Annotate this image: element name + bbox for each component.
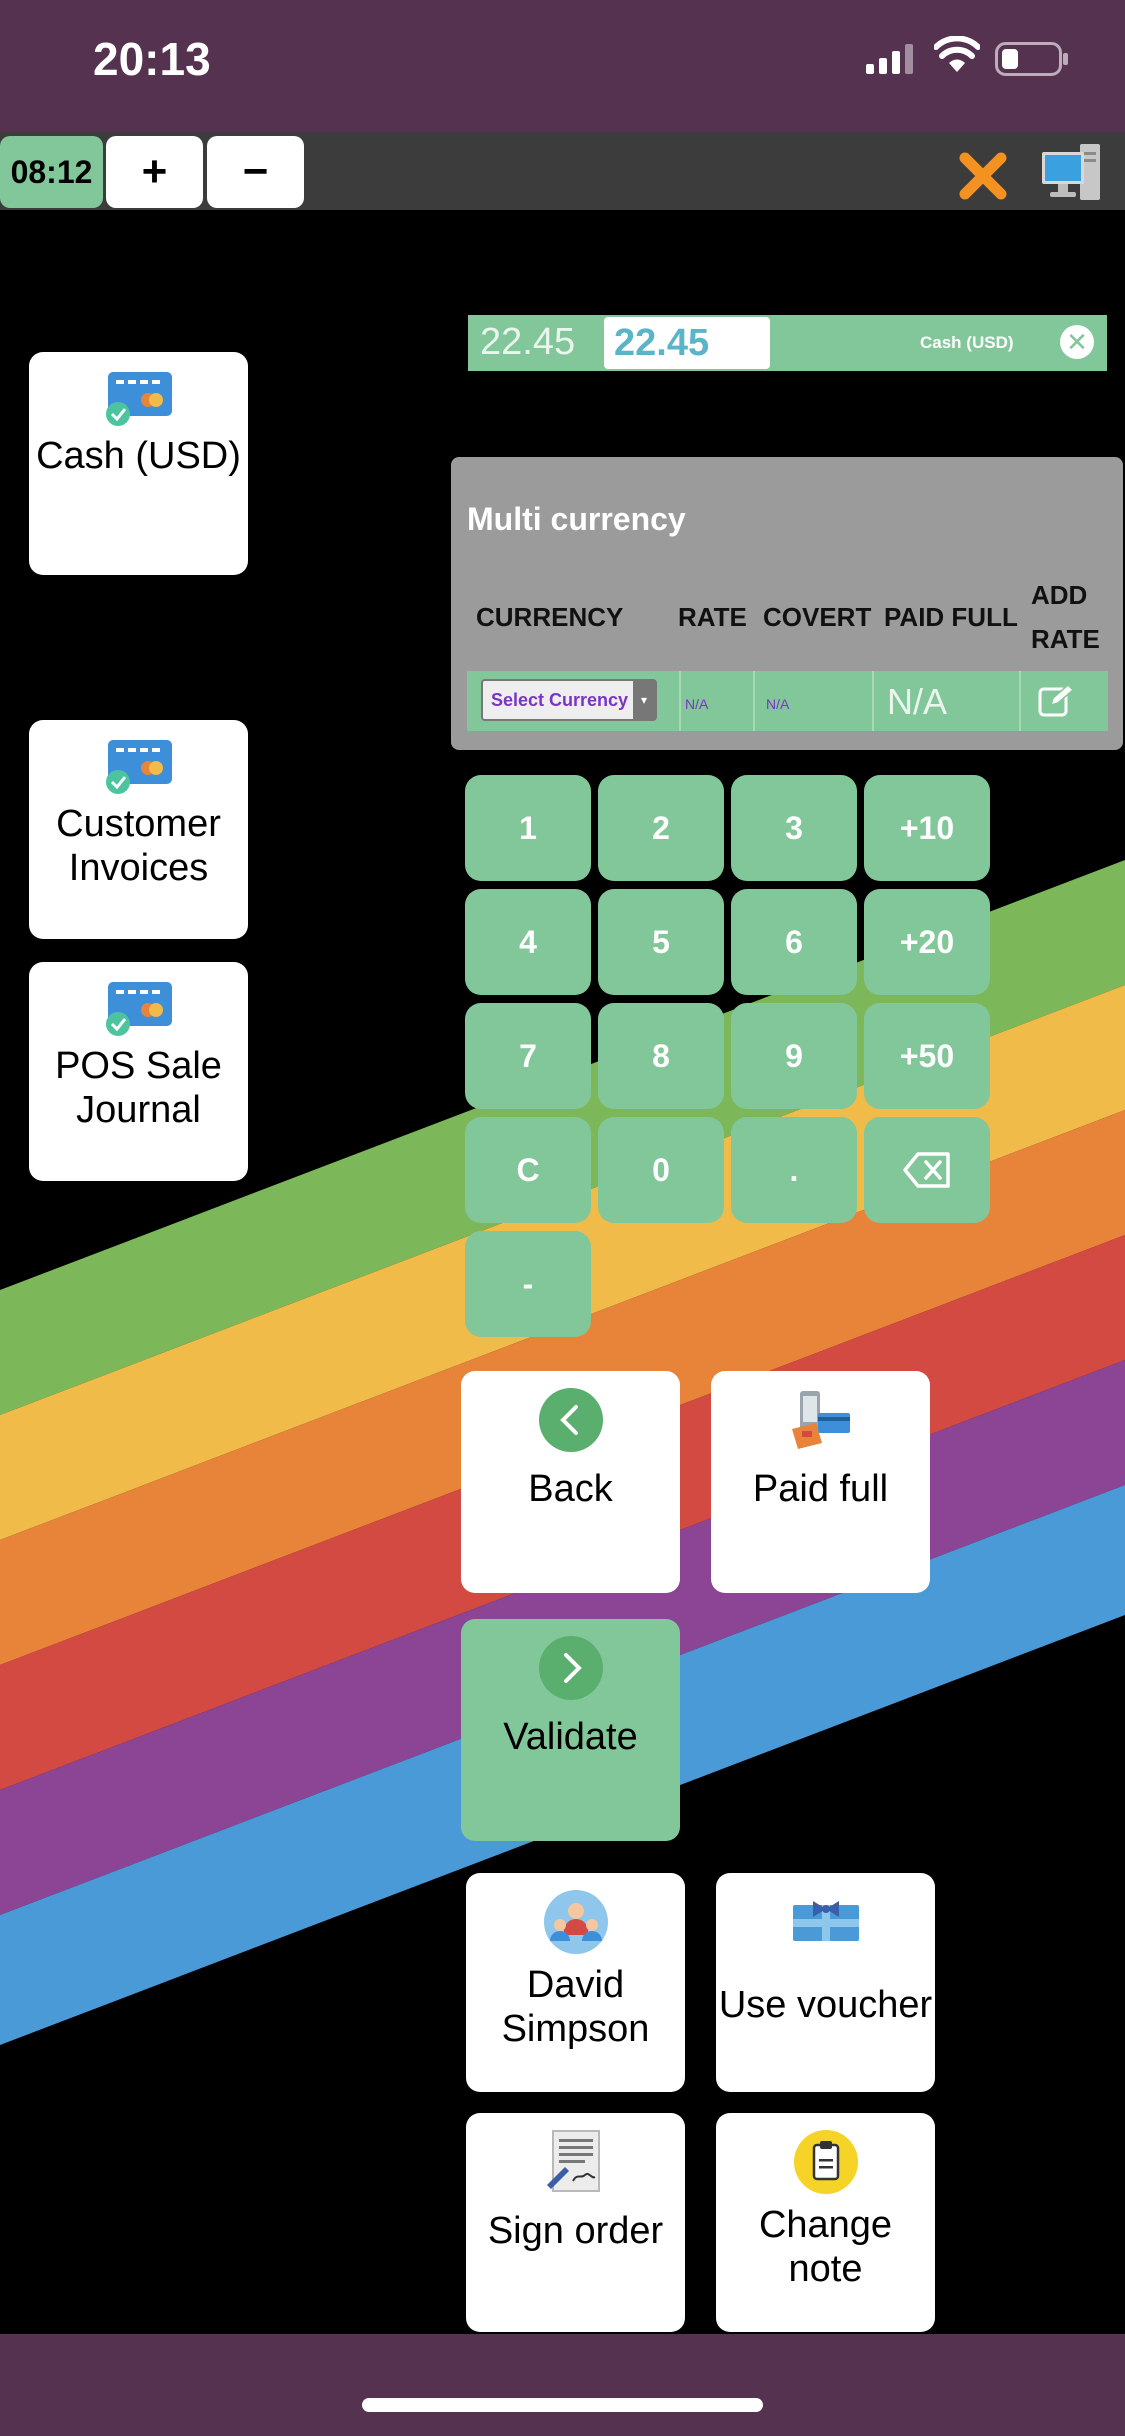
validate-label: Validate [503, 1716, 638, 1758]
use-voucher-button[interactable]: Use voucher [716, 1873, 935, 2092]
header-paid-full: PAID FULL [884, 602, 1018, 632]
payment-method-pos-sale-journal[interactable]: POS Sale Journal [29, 962, 248, 1181]
chevron-right-icon [538, 1636, 603, 1700]
home-bar [0, 2334, 1125, 2436]
currency-row: Select Currency ▾ N/A N/A N/A [467, 671, 1108, 731]
home-indicator[interactable] [362, 2398, 763, 2412]
back-button[interactable]: Back [461, 1371, 680, 1593]
cellular-signal-icon [866, 44, 913, 74]
wifi-icon [934, 36, 980, 72]
key-9[interactable]: 9 [731, 1003, 857, 1109]
key-plus-20[interactable]: +20 [864, 889, 990, 995]
amount-due: 22.45 [480, 321, 576, 363]
customer-icon [543, 1890, 608, 1954]
rate-value: N/A [685, 696, 709, 712]
chevron-down-icon: ▾ [633, 681, 655, 719]
key-5[interactable]: 5 [598, 889, 724, 995]
key-0[interactable]: 0 [598, 1117, 724, 1223]
monitor-icon[interactable] [1040, 142, 1102, 204]
header-currency: CURRENCY [476, 602, 624, 632]
mobile-payment-icon [791, 1391, 850, 1449]
currency-select[interactable]: Select Currency ▾ [481, 679, 657, 721]
customer-button[interactable]: David Simpson [466, 1873, 685, 2092]
key-plus-50[interactable]: +50 [864, 1003, 990, 1109]
tendered-amount-input[interactable]: 22.45 [604, 317, 770, 369]
status-bar: 20:13 [0, 0, 1125, 132]
use-voucher-label: Use voucher [718, 1984, 933, 2026]
change-note-label: Change note [758, 2204, 893, 2290]
remove-payment-line-icon[interactable]: ✕ [1060, 325, 1094, 359]
payment-method-label: Customer Invoices [56, 803, 221, 889]
key-1[interactable]: 1 [465, 775, 591, 881]
session-timer[interactable]: 08:12 [0, 136, 103, 208]
multi-currency-panel: Multi currency CURRENCY RATE COVERT PAID… [451, 457, 1123, 750]
key-4[interactable]: 4 [465, 889, 591, 995]
card-icon [105, 372, 172, 426]
voucher-icon [792, 1901, 859, 1941]
backspace-icon [903, 1152, 950, 1188]
header-rate: RATE [678, 602, 747, 632]
payment-line-method: Cash (USD) [920, 333, 1014, 352]
column-divider [872, 671, 874, 731]
key-8[interactable]: 8 [598, 1003, 724, 1109]
key-minus[interactable]: - [465, 1231, 591, 1337]
key-decimal[interactable]: . [731, 1117, 857, 1223]
add-order-button[interactable]: + [106, 136, 203, 208]
sign-order-button[interactable]: Sign order [466, 2113, 685, 2332]
payment-method-customer-invoices[interactable]: Customer Invoices [29, 720, 248, 939]
payment-method-cash-usd[interactable]: Cash (USD) [29, 352, 248, 575]
status-clock: 20:13 [93, 33, 211, 85]
covert-value: N/A [766, 696, 790, 712]
paid-full-value: N/A [887, 681, 948, 722]
key-clear[interactable]: C [465, 1117, 591, 1223]
key-7[interactable]: 7 [465, 1003, 591, 1109]
payment-method-label: Cash (USD) [36, 435, 241, 477]
column-divider [1019, 671, 1021, 731]
close-icon[interactable] [955, 148, 1011, 204]
paid-full-button[interactable]: Paid full [711, 1371, 930, 1593]
sign-order-label: Sign order [487, 2210, 664, 2252]
key-backspace[interactable] [864, 1117, 990, 1223]
edit-icon[interactable] [1037, 683, 1075, 719]
payment-method-label: POS Sale Journal [55, 1045, 222, 1131]
chevron-left-icon [538, 1388, 603, 1452]
header-add-rate-line1: ADD [1031, 580, 1088, 610]
remove-order-button[interactable]: − [207, 136, 304, 208]
key-6[interactable]: 6 [731, 889, 857, 995]
column-divider [679, 671, 681, 731]
header-add-rate-line2: RATE [1031, 624, 1100, 654]
card-icon [105, 740, 172, 794]
back-label: Back [528, 1468, 613, 1510]
card-icon [105, 982, 172, 1036]
battery-icon [995, 42, 1068, 76]
key-plus-10[interactable]: +10 [864, 775, 990, 881]
currency-select-value: Select Currency [491, 690, 629, 710]
clipboard-icon [793, 2130, 858, 2194]
key-3[interactable]: 3 [731, 775, 857, 881]
validate-button[interactable]: Validate [461, 1619, 680, 1841]
header-covert: COVERT [763, 602, 872, 632]
customer-label: David Simpson [501, 1964, 650, 2050]
paid-full-label: Paid full [752, 1468, 889, 1510]
column-divider [753, 671, 755, 731]
signature-icon [546, 2130, 600, 2192]
top-toolbar: 08:12 + − [0, 132, 1125, 210]
payment-line[interactable]: 22.45 22.45 Cash (USD) ✕ [468, 315, 1107, 371]
key-2[interactable]: 2 [598, 775, 724, 881]
change-note-button[interactable]: Change note [716, 2113, 935, 2332]
multi-currency-title: Multi currency [467, 501, 686, 537]
